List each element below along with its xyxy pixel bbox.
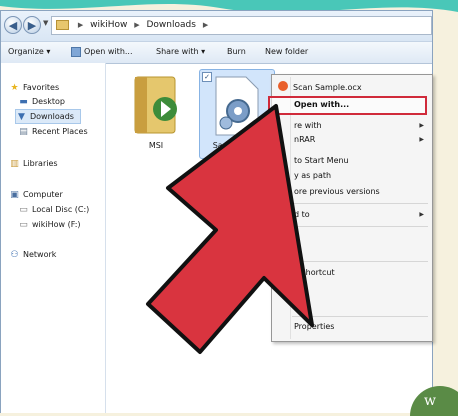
sidebar-label: Network (23, 250, 57, 259)
open-with-toolbar-button[interactable]: Open with... (71, 42, 133, 62)
menu-separator (292, 316, 428, 317)
menu-separator (292, 203, 428, 204)
sidebar-label: wikiHow (F:) (32, 220, 81, 229)
network-icon: ⚇ (10, 250, 19, 260)
sidebar-label: Computer (23, 190, 63, 199)
sidebar-item-local-disc[interactable]: ▭ Local Disc (C:) (18, 203, 89, 216)
menu-item-pin-to-start[interactable]: to Start Menu (294, 154, 349, 167)
file-label-msi: MSI (148, 141, 164, 150)
recent-pages-dropdown[interactable]: ▼ (43, 19, 48, 27)
star-icon: ★ (10, 83, 19, 93)
menu-separator (292, 261, 428, 262)
submenu-arrow-icon: ▶ (419, 122, 424, 129)
sidebar-label: Local Disc (C:) (32, 205, 90, 214)
libraries-icon: ▥ (10, 159, 19, 169)
sidebar-item-wikihow-drive[interactable]: ▭ wikiHow (F:) (18, 218, 81, 231)
recent-places-icon: ▤ (19, 127, 28, 137)
sidebar-item-libraries[interactable]: ▥ Libraries (9, 157, 58, 170)
sidebar-label: Recent Places (32, 127, 88, 136)
sidebar-label: Favorites (23, 83, 60, 92)
organize-button[interactable]: Organize ▾ (8, 42, 50, 62)
menu-item-create-shortcut[interactable]: e shortcut (294, 266, 335, 279)
sidebar-label: Desktop (32, 97, 65, 106)
address-bar[interactable]: ▶ wikiHow ▶ Downloads ▶ (51, 16, 432, 35)
menu-item-send-to[interactable]: d to (294, 208, 310, 221)
menu-gutter (290, 77, 291, 339)
winrar-archive-icon (134, 76, 177, 134)
gear-file-icon (215, 76, 259, 136)
downloads-folder-icon: ▼ (18, 112, 25, 122)
command-toolbar: Organize ▾ Open with... Share with ▾ Bur… (1, 41, 432, 64)
file-msi[interactable]: MSI (121, 71, 191, 155)
open-with-label: Open with... (84, 47, 133, 56)
submenu-arrow-icon: ▶ (419, 136, 424, 143)
menu-item-winrar[interactable]: nRAR (294, 133, 315, 146)
sidebar-label: Libraries (23, 159, 58, 168)
antivirus-icon (278, 81, 288, 91)
breadcrumb-separator-icon[interactable]: ▶ (203, 21, 208, 29)
share-with-button[interactable]: Share with ▾ (156, 42, 205, 62)
sidebar-item-desktop[interactable]: ▬ Desktop (18, 95, 65, 108)
breadcrumb-separator-icon[interactable]: ▶ (78, 21, 83, 29)
back-button[interactable]: ◀ (4, 16, 22, 34)
menu-separator (292, 226, 428, 227)
menu-item-share-with[interactable]: re with (294, 119, 322, 132)
file-label-sample: Sample.ocx (212, 141, 260, 150)
burn-button[interactable]: Burn (227, 42, 246, 62)
breadcrumb-separator-icon[interactable]: ▶ (134, 21, 139, 29)
menu-item-rename[interactable]: e (294, 298, 299, 311)
submenu-arrow-icon: ▶ (419, 211, 424, 218)
sidebar-item-favorites[interactable]: ★ Favorites (9, 81, 59, 94)
menu-item-restore-versions[interactable]: ore previous versions (294, 185, 380, 198)
forward-arrow-icon: ▶ (27, 19, 37, 32)
sidebar-item-recent-places[interactable]: ▤ Recent Places (18, 125, 88, 138)
sidebar-item-downloads[interactable]: ▼ Downloads (15, 109, 81, 124)
folder-icon (56, 19, 69, 30)
navigation-pane: ★ Favorites ▬ Desktop ▼ Downloads ▤ Recent P… (1, 63, 106, 413)
sidebar-label: Downloads (30, 112, 74, 121)
computer-icon: ▣ (10, 190, 19, 200)
forward-button[interactable]: ▶ (23, 16, 41, 34)
drive-icon: ▭ (19, 205, 28, 215)
sidebar-item-computer[interactable]: ▣ Computer (9, 188, 63, 201)
menu-item-properties[interactable]: Properties (294, 320, 334, 333)
sidebar-item-network[interactable]: ⚇ Network (9, 248, 56, 261)
menu-item-copy-as-path[interactable]: y as path (294, 169, 331, 182)
desktop-icon: ▬ (19, 97, 28, 107)
file-sample-ocx[interactable]: Sample.ocx (199, 71, 273, 157)
drive-icon: ▭ (19, 220, 28, 230)
menu-item-open-with[interactable]: Open with... (294, 98, 349, 112)
breadcrumb-wikihow[interactable]: wikiHow (90, 20, 127, 30)
back-arrow-icon: ◀ (8, 19, 18, 32)
new-folder-button[interactable]: New folder (265, 42, 308, 62)
menu-item-scan[interactable]: Scan Sample.ocx (293, 83, 362, 92)
address-row: ◀ ▶ ▼ ▶ wikiHow ▶ Downloads ▶ (1, 11, 432, 41)
breadcrumb-downloads[interactable]: Downloads (147, 20, 196, 30)
app-icon (71, 46, 81, 57)
menu-item-delete[interactable]: e (294, 282, 299, 295)
